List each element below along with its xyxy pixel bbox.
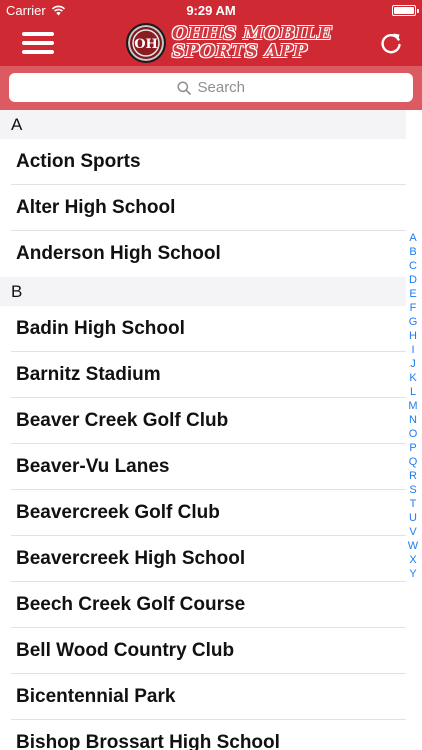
- index-letter-g[interactable]: G: [409, 315, 418, 329]
- search-input[interactable]: [197, 79, 246, 96]
- app-brand: OH OHHS MOBILE SPORTS APP: [126, 22, 332, 64]
- index-letter-h[interactable]: H: [409, 329, 417, 343]
- status-time: 9:29 AM: [186, 3, 236, 18]
- index-letter-f[interactable]: F: [410, 301, 417, 315]
- list-item[interactable]: Bicentennial Park: [11, 674, 406, 720]
- list-item[interactable]: Badin High School: [11, 306, 406, 352]
- index-letter-u[interactable]: U: [409, 511, 417, 525]
- app-title-line2: SPORTS APP: [172, 41, 308, 62]
- list-item[interactable]: Alter High School: [11, 185, 406, 231]
- list-item[interactable]: Barnitz Stadium: [11, 352, 406, 398]
- index-letter-v[interactable]: V: [409, 525, 416, 539]
- index-letter-l[interactable]: L: [410, 385, 416, 399]
- list-item[interactable]: Beavercreek High School: [11, 536, 406, 582]
- index-letter-k[interactable]: K: [409, 371, 416, 385]
- list-item[interactable]: Action Sports: [11, 139, 406, 185]
- battery-icon: [392, 5, 419, 16]
- index-letter-r[interactable]: R: [409, 469, 417, 483]
- section-header-b: B: [0, 277, 406, 306]
- list-item[interactable]: Beech Creek Golf Course: [11, 582, 406, 628]
- list-item[interactable]: Bell Wood Country Club: [11, 628, 406, 674]
- svg-text:OH: OH: [134, 37, 158, 52]
- school-logo: OH: [126, 23, 166, 63]
- index-letter-e[interactable]: E: [409, 287, 416, 301]
- search-area: [0, 66, 422, 110]
- index-letter-t[interactable]: T: [410, 497, 417, 511]
- app-title: OHHS MOBILE SPORTS APP: [172, 25, 332, 61]
- list-item[interactable]: Beavercreek Golf Club: [11, 490, 406, 536]
- index-letter-x[interactable]: X: [409, 553, 416, 567]
- index-letter-n[interactable]: N: [409, 413, 417, 427]
- index-letter-b[interactable]: B: [409, 245, 416, 259]
- nav-bar: OH OHHS MOBILE SPORTS APP: [0, 20, 422, 66]
- list-item[interactable]: Beaver-Vu Lanes: [11, 444, 406, 490]
- index-letter-q[interactable]: Q: [409, 455, 418, 469]
- index-letter-d[interactable]: D: [409, 273, 417, 287]
- section-index[interactable]: A B C D E F G H I J K L M N O P Q R S T …: [406, 231, 420, 581]
- search-bar[interactable]: [9, 73, 413, 102]
- index-letter-a[interactable]: A: [409, 231, 416, 245]
- list-item[interactable]: Bishop Brossart High School: [11, 720, 406, 750]
- index-letter-c[interactable]: C: [409, 259, 417, 273]
- index-letter-i[interactable]: I: [411, 343, 414, 357]
- search-icon: [176, 80, 191, 95]
- index-letter-p[interactable]: P: [409, 441, 416, 455]
- index-letter-s[interactable]: S: [409, 483, 416, 497]
- index-letter-j[interactable]: J: [410, 357, 416, 371]
- section-header-a: A: [0, 110, 406, 139]
- list-item[interactable]: Anderson High School: [11, 231, 406, 277]
- hamburger-menu-icon[interactable]: [22, 32, 54, 54]
- status-bar: Carrier 9:29 AM: [0, 0, 422, 20]
- list-item[interactable]: Beaver Creek Golf Club: [11, 398, 406, 444]
- index-letter-o[interactable]: O: [409, 427, 418, 441]
- index-letter-y[interactable]: Y: [409, 567, 416, 581]
- venue-list: A Action Sports Alter High School Anders…: [0, 110, 422, 750]
- index-letter-m[interactable]: M: [408, 399, 417, 413]
- refresh-icon[interactable]: [378, 30, 404, 56]
- index-letter-w[interactable]: W: [408, 539, 418, 553]
